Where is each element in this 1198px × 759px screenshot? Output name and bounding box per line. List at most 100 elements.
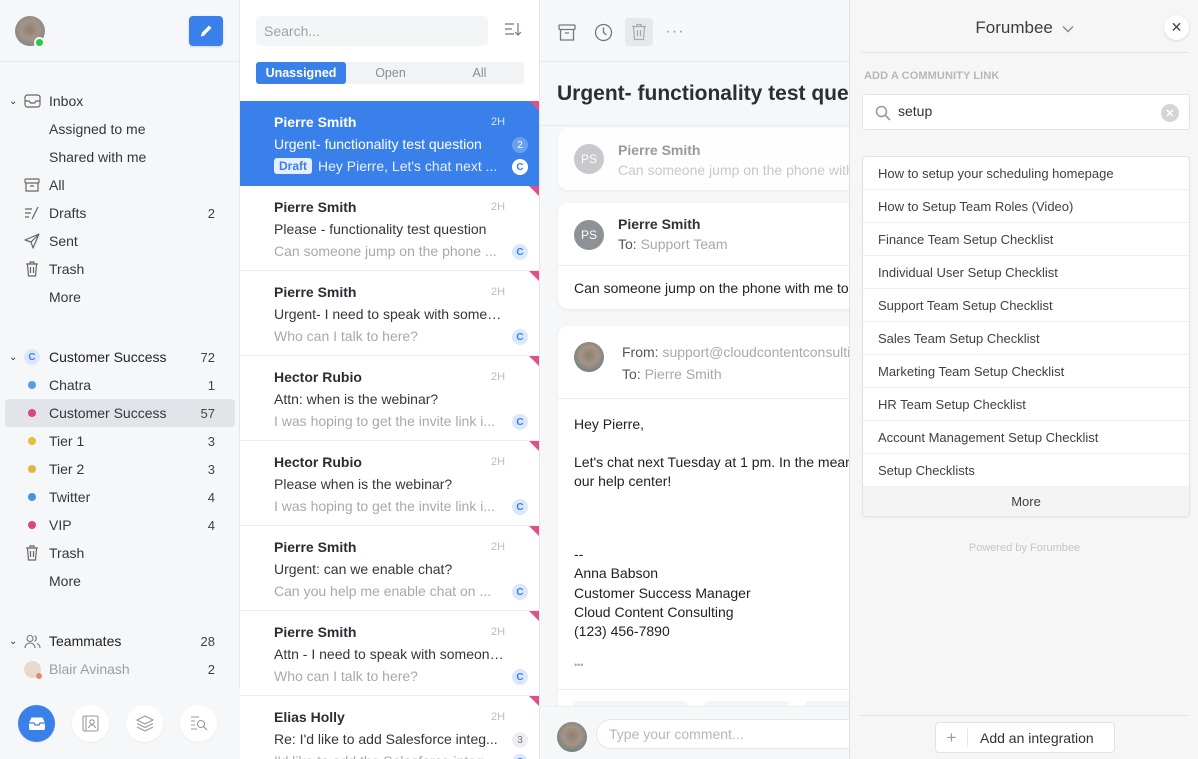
color-dot-icon [23,460,41,478]
sidebar-item-label: Customer Success [49,349,167,365]
sidebar-item-label: Trash [49,545,85,561]
chevron-down-icon[interactable]: ⌄ [9,352,19,363]
chevron-down-icon[interactable]: ⌄ [9,96,19,107]
conversation-item[interactable]: Elias Holly 2H Re: I'd like to add Salesfo… [240,696,539,759]
subject: Attn - I need to speak with someone ... [274,646,506,662]
clear-search-button[interactable]: ✕ [1161,104,1179,122]
team-badge: C [512,669,528,685]
search-result-item[interactable]: Marketing Team Setup Checklist [863,355,1189,388]
tab-open[interactable]: Open [346,62,435,84]
from-address[interactable]: support@cloudcontentconsulting.com [662,344,850,360]
search-result-item[interactable]: Setup Checklists [863,454,1189,487]
show-quoted-button[interactable]: ••• [574,656,583,675]
search-result-item[interactable]: Finance Team Setup Checklist [863,223,1189,256]
team-badge-icon: C [23,348,41,366]
plus-icon: + [936,728,968,747]
sidebar-item-inbox-chatra[interactable]: Chatra 1 [0,371,240,399]
sidebar-item-assigned-to-me[interactable]: Assigned to me [0,115,240,143]
sidebar-item-inbox-twitter[interactable]: Twitter 4 [0,483,240,511]
close-button[interactable]: ✕ [1164,15,1189,40]
sidebar-item-drafts[interactable]: Drafts 2 [0,199,240,227]
inbox-nav-button[interactable] [18,704,55,742]
conversation-item[interactable]: Pierre Smith 2H Urgent- functionality test… [240,101,539,186]
layers-nav-button[interactable] [126,704,163,742]
to-label: To: [622,366,641,382]
sidebar-item-sent[interactable]: Sent [0,227,240,255]
archive-button[interactable] [553,18,581,46]
snooze-button[interactable] [589,18,617,46]
search-result-item[interactable]: Sales Team Setup Checklist [863,322,1189,355]
search-result-item[interactable]: Individual User Setup Checklist [863,256,1189,289]
add-integration-button[interactable]: + Add an integration [935,722,1115,753]
sidebar-item-more[interactable]: More [0,283,240,311]
sidebar-item-trash[interactable]: Trash [0,255,240,283]
priority-flag-icon [529,696,539,707]
sender-name: Pierre Smith [618,216,701,232]
more-button[interactable]: ··· [661,18,689,46]
search-nav-button[interactable] [180,704,217,742]
timestamp: 2H [491,201,506,213]
search-input[interactable] [256,16,488,46]
sidebar-item-inbox-tier-2[interactable]: Tier 2 3 [0,455,240,483]
sidebar-item-inbox[interactable]: ⌄ Inbox [0,87,240,115]
sidebar-item-label: Customer Success [49,405,167,421]
divider [558,398,850,399]
subject: Please when is the webinar? [274,476,453,492]
sidebar-item-team-trash[interactable]: Trash [0,539,240,567]
chevron-down-icon[interactable]: ⌄ [9,636,19,647]
team-badge: C [512,329,528,345]
conversation-item[interactable]: Pierre Smith 2H Attn - I need to speak wit… [240,611,539,696]
search-result-item[interactable]: HR Team Setup Checklist [863,388,1189,421]
team-badge-icon: C [512,754,528,759]
more-icon: ··· [665,23,685,40]
comment-input[interactable] [596,719,850,749]
comment-bar [540,706,850,759]
powered-by: Powered by Forumbee [968,542,1081,554]
conversation-item[interactable]: Pierre Smith 2H Urgent: can we enable chat… [240,526,539,611]
user-avatar [557,722,587,752]
team-badge: C [512,754,528,759]
signature-phone: (123) 456-7890 [574,623,670,639]
sidebar-item-team-more[interactable]: More [0,567,240,595]
sidebar-item-inbox-customer-success[interactable]: Customer Success 57 [5,399,235,427]
conversation-item[interactable]: Pierre Smith 2H Please - functionality tes… [240,186,539,271]
sidebar-item-inbox-tier-1[interactable]: Tier 1 3 [0,427,240,455]
community-search-input[interactable] [898,103,1148,119]
sidebar-item-inbox-vip[interactable]: VIP 4 [0,511,240,539]
sidebar-item-teammates[interactable]: ⌄ Teammates 28 [0,627,240,655]
conversation-title: Urgent- functionality test question [557,82,850,105]
search-result-item[interactable]: Account Management Setup Checklist [863,421,1189,454]
contacts-icon [82,714,99,732]
team-badge-icon: C [512,499,528,515]
conversation-item[interactable]: Hector Rubio 2H Attn: when is the webinar?… [240,356,539,441]
compose-button[interactable] [189,16,223,46]
archive-icon [23,176,41,194]
integration-selector[interactable]: Forumbee [850,18,1198,38]
message-collapsed[interactable]: PS Pierre Smith Can someone jump on the … [558,128,850,190]
sidebar-item-team-customer-success[interactable]: ⌄ C Customer Success 72 [0,343,240,371]
recipient[interactable]: Pierre Smith [645,366,722,382]
delete-button[interactable] [625,18,653,46]
timestamp: 2H [491,456,506,468]
trash-icon [23,260,41,278]
tab-all[interactable]: All [435,62,524,84]
sidebar-item-label: All [49,177,65,193]
sort-button[interactable] [504,22,522,42]
sidebar-item-label: More [49,573,81,589]
sidebar-item-shared-with-me[interactable]: Shared with me [0,143,240,171]
conversation-item[interactable]: Pierre Smith 2H Urgent- I need to speak wi… [240,271,539,356]
more-results-button[interactable]: More [863,487,1189,516]
sidebar-item-teammate[interactable]: Blair Avinash 2 [0,655,240,683]
conversation-item[interactable]: Hector Rubio 2H Please when is the webinar… [240,441,539,526]
contacts-nav-button[interactable] [72,704,109,742]
search-result-item[interactable]: How to setup your scheduling homepage [863,157,1189,190]
sidebar-item-all[interactable]: All [0,171,240,199]
layers-icon [135,714,154,732]
search-result-item[interactable]: Support Team Setup Checklist [863,289,1189,322]
recipient[interactable]: Support Team [641,236,728,252]
tab-unassigned[interactable]: Unassigned [256,62,346,84]
search-result-item[interactable]: How to Setup Team Roles (Video) [863,190,1189,223]
team-badge: C [512,159,528,175]
pencil-icon [200,25,212,37]
sidebar-item-count: 2 [207,205,215,221]
